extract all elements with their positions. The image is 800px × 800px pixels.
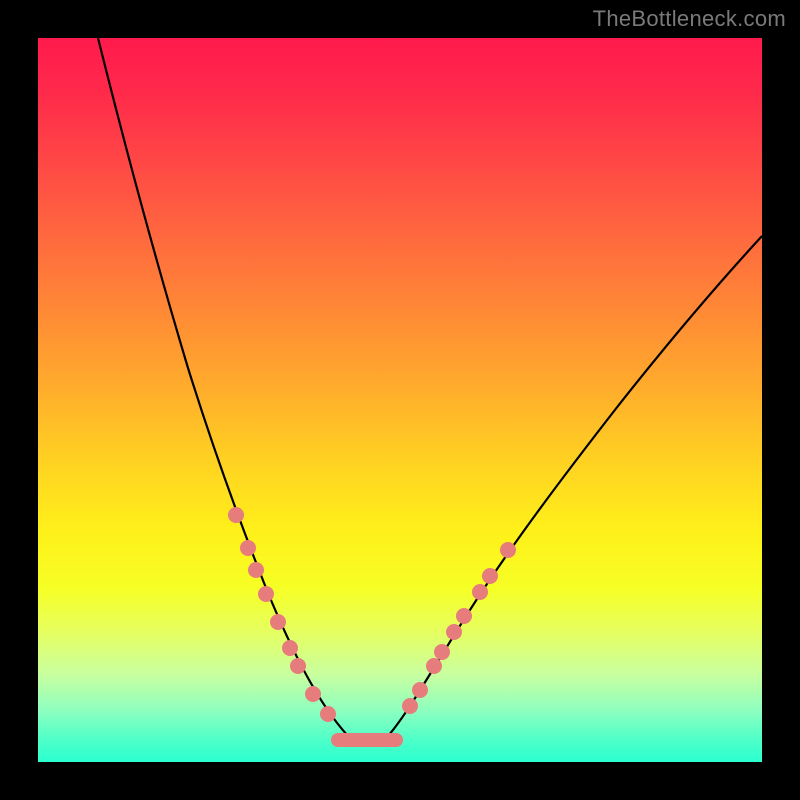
watermark-text: TheBottleneck.com (593, 6, 786, 32)
marker-dots (228, 507, 516, 722)
chart-frame: TheBottleneck.com (0, 0, 800, 800)
curve-svg (38, 38, 762, 762)
plot-area (38, 38, 762, 762)
bottleneck-curve (98, 38, 762, 742)
